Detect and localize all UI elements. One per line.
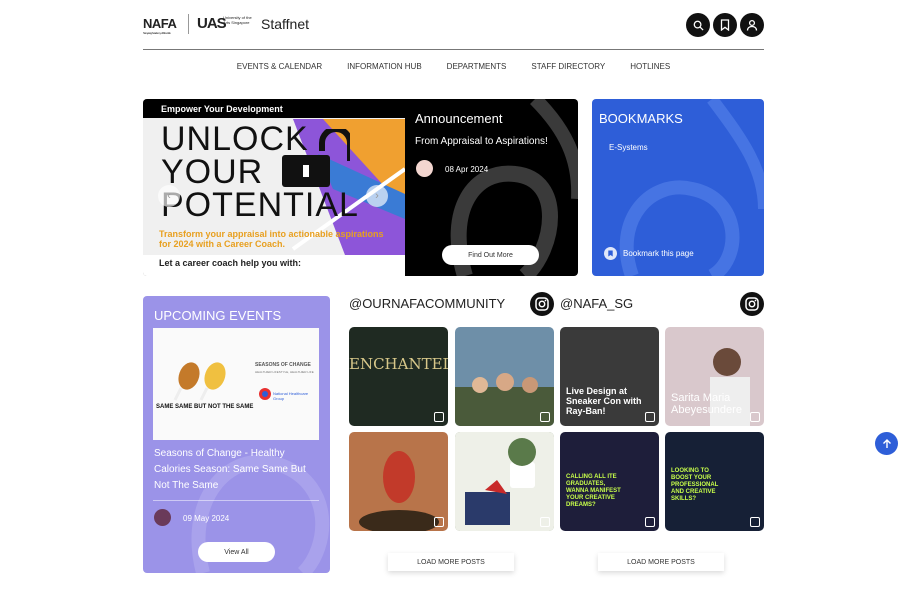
profile-button[interactable]	[740, 13, 764, 37]
nafa-logo-subtext: Nanyang Academy of Fine Arts	[143, 31, 171, 35]
event-description[interactable]: Seasons of Change - Healthy Calories Sea…	[154, 446, 319, 494]
bookmark-circle-icon	[604, 247, 617, 260]
instagram-post[interactable]	[455, 327, 554, 426]
padlock-icon	[282, 129, 350, 187]
image-type-icon	[434, 412, 444, 422]
bookmarks-title: BOOKMARKS	[599, 111, 683, 126]
nav-events-calendar[interactable]: EVENTS & CALENDAR	[237, 62, 322, 71]
event-image-label: SEASONS OF CHANGE	[255, 362, 311, 368]
instagram-icon	[535, 297, 549, 311]
event-date: 09 May 2024	[183, 514, 230, 523]
main-nav: EVENTS & CALENDAR INFORMATION HUB DEPART…	[143, 62, 764, 71]
bookmark-icon	[720, 19, 730, 31]
instagram-post[interactable]: LOOKING TO BOOST YOUR PROFESSIONAL AND C…	[665, 432, 764, 531]
event-calendar-icon	[154, 509, 171, 526]
logo-divider	[188, 14, 189, 34]
event-image[interactable]: SAME SAME BUT NOT THE SAME SEASONS OF CH…	[153, 328, 319, 440]
bookmark-this-page-button[interactable]: Bookmark this page	[604, 247, 694, 260]
arrow-up-icon	[882, 438, 891, 448]
banner-footer: Let a career coach help you with:	[143, 255, 405, 276]
image-type-icon	[434, 517, 444, 527]
bookmark-button[interactable]	[713, 13, 737, 37]
event-image-org: National Healthcare Group	[273, 391, 309, 401]
post-text: LOOKING TO BOOST YOUR PROFESSIONAL AND C…	[671, 468, 719, 502]
nav-staff-directory[interactable]: STAFF DIRECTORY	[531, 62, 605, 71]
announcement-date: 08 Apr 2024	[445, 165, 489, 174]
load-more-posts-button[interactable]: LOAD MORE POSTS	[598, 553, 724, 571]
event-image-sublabel: HEALTHIER LIFESTYLE, HEALTHIER LIFE	[255, 370, 314, 374]
nafa-logo-text: NAFA	[143, 16, 177, 31]
figurine-photo-decoration	[359, 451, 439, 531]
image-type-icon	[750, 412, 760, 422]
chicken-drumstick-icon	[173, 362, 271, 401]
event-divider	[153, 500, 319, 501]
image-type-icon	[540, 517, 550, 527]
instagram-icon	[745, 297, 759, 311]
instagram-post[interactable]	[455, 432, 554, 531]
image-type-icon	[540, 412, 550, 422]
search-button[interactable]	[686, 13, 710, 37]
upcoming-events-panel: UPCOMING EVENTS SAME SAME BUT NOT THE SA…	[143, 296, 330, 573]
calendar-badge-icon	[416, 160, 433, 177]
uas-logo[interactable]: UAS	[197, 15, 227, 32]
plant-photo-decoration	[455, 432, 554, 531]
social-handle-nafa-sg[interactable]: @NAFA_SG	[560, 296, 633, 311]
site-name[interactable]: Staffnet	[261, 16, 309, 32]
bookmark-this-page-label: Bookmark this page	[623, 249, 694, 258]
image-type-icon	[750, 517, 760, 527]
image-type-icon	[645, 517, 655, 527]
view-all-events-button[interactable]: View All	[198, 542, 275, 562]
carousel-prev-button[interactable]: ‹	[158, 185, 180, 207]
nafa-logo[interactable]: NAFA Nanyang Academy of Fine Arts	[143, 16, 177, 35]
search-icon	[693, 20, 704, 31]
announcement-panel: Announcement From Appraisal to Aspiratio…	[405, 99, 578, 276]
chevron-left-icon: ‹	[167, 190, 171, 202]
image-type-icon	[645, 412, 655, 422]
site-header: NAFA Nanyang Academy of Fine Arts UAS Un…	[143, 10, 764, 50]
instagram-post[interactable]: CALLING ALL ITE GRADUATES, WANNA MANIFES…	[560, 432, 659, 531]
banner-tagline: Transform your appraisal into actionable…	[159, 229, 384, 249]
instagram-post[interactable]: Sarita Maria Abeyesundere	[665, 327, 764, 426]
chevron-right-icon: ›	[375, 190, 379, 202]
nav-information-hub[interactable]: INFORMATION HUB	[347, 62, 422, 71]
event-image-caption: SAME SAME BUT NOT THE SAME	[156, 404, 254, 410]
find-out-more-button[interactable]: Find Out More	[442, 245, 539, 265]
upcoming-events-title: UPCOMING EVENTS	[154, 308, 282, 323]
nav-hotlines[interactable]: HOTLINES	[630, 62, 670, 71]
instagram-post[interactable]: ENCHANTED	[349, 327, 448, 426]
instagram-post[interactable]: Live Design at Sneaker Con with Ray-Ban!	[560, 327, 659, 426]
announcement-subtitle: From Appraisal to Aspirations!	[415, 136, 548, 147]
post-text: CALLING ALL ITE GRADUATES, WANNA MANIFES…	[566, 474, 621, 508]
uas-logo-subtext: University of the Arts Singapore	[223, 15, 252, 25]
carousel-next-button[interactable]: ›	[366, 185, 388, 207]
announcement-carousel: Empower Your Development UNLOCK YOUR POT…	[143, 99, 578, 276]
user-icon	[746, 19, 758, 31]
instagram-button[interactable]	[530, 292, 554, 316]
instagram-post[interactable]	[349, 432, 448, 531]
group-photo-decoration	[455, 373, 554, 426]
headline-line-3: POTENTIAL	[161, 186, 359, 224]
social-handle-ournafacommunity[interactable]: @OURNAFACOMMUNITY	[349, 296, 505, 311]
banner-top-label: Empower Your Development	[143, 99, 405, 118]
post-text: ENCHANTED	[349, 355, 448, 373]
bookmarks-panel: BOOKMARKS E-Systems Bookmark this page	[592, 99, 764, 276]
bookmark-item-e-systems[interactable]: E-Systems	[609, 143, 648, 152]
load-more-posts-button[interactable]: LOAD MORE POSTS	[388, 553, 514, 571]
announcement-title: Announcement	[415, 111, 503, 126]
nav-departments[interactable]: DEPARTMENTS	[447, 62, 507, 71]
banner-image[interactable]: Empower Your Development UNLOCK YOUR POT…	[143, 99, 405, 276]
scroll-to-top-button[interactable]	[875, 432, 898, 455]
instagram-button[interactable]	[740, 292, 764, 316]
